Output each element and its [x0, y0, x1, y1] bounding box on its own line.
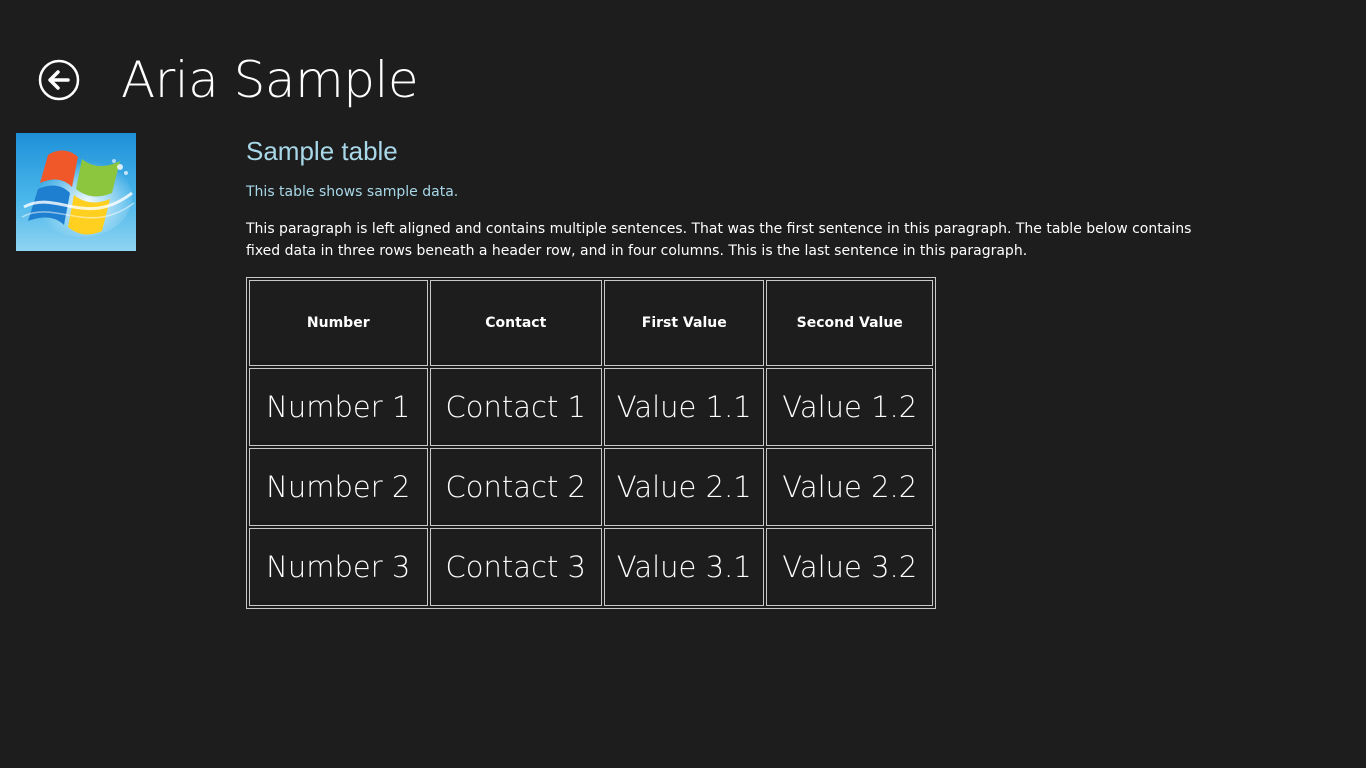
body-paragraph: This paragraph is left aligned and conta…	[246, 221, 1192, 259]
table-cell: Contact 1	[429, 368, 603, 446]
back-arrow-circle-icon	[38, 59, 80, 101]
main-content: Sample table This table shows sample dat…	[246, 134, 1226, 609]
table-header-row: Number Contact First Value Second Value	[249, 280, 933, 366]
page-title: Aria Sample	[121, 51, 419, 109]
table-row: Number 3 Contact 3 Value 3.1 Value 3.2	[249, 528, 933, 606]
table-cell: Value 2.2	[766, 448, 933, 526]
table-row: Number 2 Contact 2 Value 2.1 Value 2.2	[249, 448, 933, 526]
back-button[interactable]	[38, 59, 80, 101]
column-header-number: Number	[249, 280, 428, 366]
table-row: Number 1 Contact 1 Value 1.1 Value 1.2	[249, 368, 933, 446]
app-page: Aria Sample Sample table This table show…	[0, 0, 1366, 768]
table-description: This table shows sample data.	[246, 184, 459, 200]
column-header-second-value: Second Value	[766, 280, 933, 366]
sample-table: Number Contact First Value Second Value …	[246, 277, 936, 609]
section-title: Sample table	[246, 136, 398, 166]
table-cell: Contact 3	[429, 528, 603, 606]
column-header-contact: Contact	[429, 280, 603, 366]
column-header-first-value: First Value	[604, 280, 765, 366]
table-cell: Value 3.1	[604, 528, 765, 606]
table-cell: Value 3.2	[766, 528, 933, 606]
table-cell: Value 2.1	[604, 448, 765, 526]
table-cell: Number 3	[249, 528, 428, 606]
table-cell: Number 1	[249, 368, 428, 446]
table-cell: Number 2	[249, 448, 428, 526]
table-cell: Value 1.1	[604, 368, 765, 446]
windows-logo-icon	[16, 133, 136, 251]
table-container: Number Contact First Value Second Value …	[246, 277, 1226, 609]
table-cell: Value 1.2	[766, 368, 933, 446]
table-cell: Contact 2	[429, 448, 603, 526]
